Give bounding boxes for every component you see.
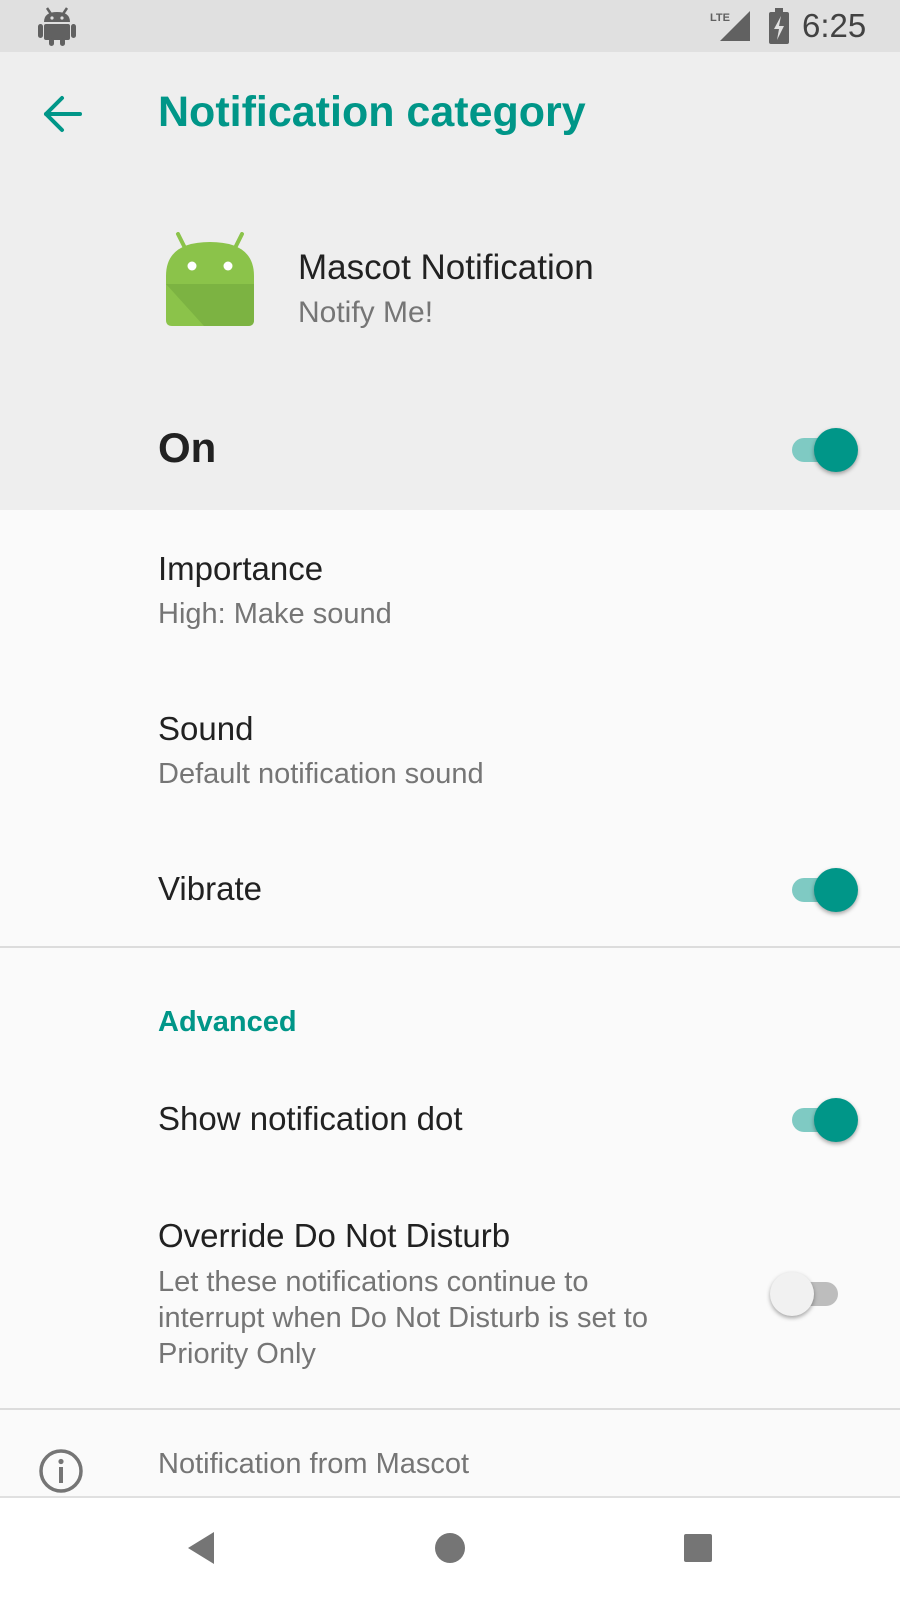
lte-label: LTE: [710, 12, 730, 24]
recents-square-icon[interactable]: [676, 1526, 720, 1570]
advanced-section-header: Advanced: [158, 1006, 297, 1038]
sound-title: Sound: [158, 710, 254, 747]
navigation-bar: [0, 1496, 900, 1600]
vibrate-toggle[interactable]: [786, 866, 858, 912]
override-dnd-summary-line-3: Priority Only: [158, 1338, 316, 1370]
status-bar: LTE 6:25: [0, 0, 900, 52]
app-name: Mascot Notification: [298, 248, 594, 287]
back-triangle-icon[interactable]: [180, 1526, 224, 1570]
app-subtitle: Notify Me!: [298, 296, 434, 329]
sound-summary: Default notification sound: [158, 758, 484, 790]
clock: 6:25: [802, 7, 867, 44]
android-icon: [38, 7, 76, 46]
android-app-icon: [166, 232, 254, 326]
notification-dot-title: Show notification dot: [158, 1100, 463, 1137]
toggle-thumb: [814, 428, 858, 472]
override-dnd-title: Override Do Not Disturb: [158, 1217, 511, 1254]
arrow-left-icon[interactable]: [40, 92, 84, 136]
battery-charging-icon: [769, 8, 789, 44]
override-dnd-toggle[interactable]: [770, 1270, 842, 1316]
home-circle-icon[interactable]: [428, 1526, 472, 1570]
toggle-thumb: [770, 1272, 814, 1316]
info-icon: [39, 1449, 83, 1493]
master-toggle-label: On: [158, 424, 217, 471]
override-dnd-summary-line-2: interrupt when Do Not Disturb is set to: [158, 1302, 648, 1334]
importance-summary: High: Make sound: [158, 598, 392, 630]
divider: [0, 1408, 900, 1410]
divider: [0, 946, 900, 948]
notification-dot-toggle[interactable]: [786, 1096, 858, 1142]
vibrate-title: Vibrate: [158, 870, 262, 907]
override-dnd-summary-line-1: Let these notifications continue to: [158, 1266, 589, 1298]
toggle-thumb: [814, 868, 858, 912]
page-title: Notification category: [158, 88, 586, 136]
master-toggle[interactable]: [786, 426, 858, 472]
importance-title: Importance: [158, 550, 324, 587]
toggle-thumb: [814, 1098, 858, 1142]
footer-text: Notification from Mascot: [158, 1448, 470, 1480]
lte-signal-icon: LTE: [710, 11, 750, 41]
